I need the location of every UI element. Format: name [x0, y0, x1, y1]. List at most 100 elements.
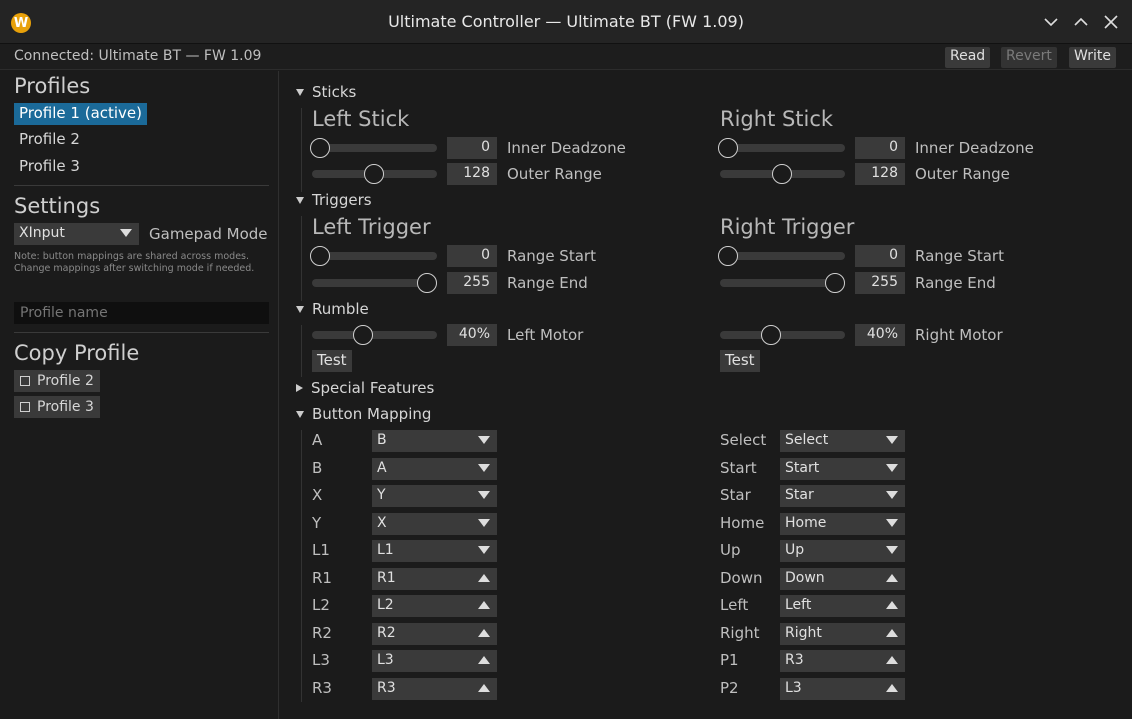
mapping-select[interactable]: Start [780, 458, 905, 480]
mapping-select-value: Y [377, 487, 386, 503]
right-stick-title: Right Stick [720, 107, 834, 131]
title-bar: W Ultimate Controller — Ultimate BT (FW … [0, 0, 1132, 44]
gamepad-mode-select[interactable]: XInput [14, 223, 139, 245]
right-trigger-start-slider[interactable] [720, 252, 845, 260]
mapping-select[interactable]: Select [780, 430, 905, 452]
close-icon[interactable] [1101, 12, 1121, 32]
mapping-select[interactable]: Down [780, 568, 905, 590]
right-trigger-end-value[interactable]: 255 [855, 272, 905, 294]
mapping-select[interactable]: B [372, 430, 497, 452]
mapping-select-value: R3 [785, 652, 804, 668]
mapping-select[interactable]: Y [372, 485, 497, 507]
profiles-heading: Profiles [14, 74, 91, 98]
left-deadzone-value[interactable]: 0 [447, 137, 497, 159]
dropdown-arrow-up-icon [478, 656, 490, 664]
triggers-section-header[interactable]: Triggers [296, 191, 372, 209]
checkbox-icon [20, 402, 30, 412]
mapping-select[interactable]: L1 [372, 540, 497, 562]
mapping-select-value: L2 [377, 597, 394, 613]
copy-to-profile-3-checkbox[interactable]: Profile 3 [14, 396, 100, 418]
copy-target-label: Profile 2 [37, 373, 94, 389]
tree-guide [301, 108, 302, 192]
left-trigger-title: Left Trigger [312, 215, 431, 239]
right-deadzone-label: Inner Deadzone [915, 139, 1034, 157]
write-button[interactable]: Write [1069, 47, 1116, 68]
right-deadzone-slider[interactable] [720, 144, 845, 152]
settings-heading: Settings [14, 194, 101, 218]
mapping-select-value: Home [785, 515, 827, 531]
left-trigger-end-value[interactable]: 255 [447, 272, 497, 294]
minimize-chevron-icon[interactable] [1041, 12, 1061, 32]
sticks-section-header[interactable]: Sticks [296, 83, 356, 101]
mapping-select[interactable]: R1 [372, 568, 497, 590]
section-label: Special Features [311, 379, 435, 397]
mapping-button-label: L3 [312, 651, 330, 669]
right-range-value[interactable]: 128 [855, 163, 905, 185]
right-motor-test-button[interactable]: Test [720, 350, 760, 372]
right-motor-slider[interactable] [720, 331, 845, 339]
mapping-button-label: Start [720, 459, 757, 477]
right-deadzone-value[interactable]: 0 [855, 137, 905, 159]
mapping-button-label: L1 [312, 541, 330, 559]
right-trigger-title: Right Trigger [720, 215, 855, 239]
copy-profile-heading: Copy Profile [14, 341, 140, 365]
read-button[interactable]: Read [945, 47, 991, 68]
mapping-select-value: L3 [785, 680, 802, 696]
left-trigger-start-slider[interactable] [312, 252, 437, 260]
right-deadzone-slider-handle[interactable] [718, 138, 738, 158]
left-deadzone-slider[interactable] [312, 144, 437, 152]
right-trigger-start-value[interactable]: 0 [855, 245, 905, 267]
mapping-select[interactable]: X [372, 513, 497, 535]
right-motor-label: Right Motor [915, 326, 1003, 344]
mapping-select[interactable]: A [372, 458, 497, 480]
right-motor-slider-handle[interactable] [761, 325, 781, 345]
dropdown-arrow-icon [886, 436, 898, 444]
mapping-select[interactable]: L2 [372, 595, 497, 617]
mapping-button-label: Right [720, 624, 760, 642]
expand-arrow-icon [296, 305, 304, 313]
left-range-slider-handle[interactable] [364, 164, 384, 184]
right-motor-value[interactable]: 40% [855, 324, 905, 346]
maximize-chevron-icon[interactable] [1071, 12, 1091, 32]
left-trigger-start-value[interactable]: 0 [447, 245, 497, 267]
left-motor-slider[interactable] [312, 331, 437, 339]
mapping-select[interactable]: L3 [372, 650, 497, 672]
right-trigger-end-slider-handle[interactable] [825, 273, 845, 293]
mapping-select[interactable]: Right [780, 623, 905, 645]
profile-item-3[interactable]: Profile 3 [14, 156, 85, 178]
left-motor-test-button[interactable]: Test [312, 350, 352, 372]
left-deadzone-slider-handle[interactable] [310, 138, 330, 158]
left-trigger-start-slider-handle[interactable] [310, 246, 330, 266]
right-trigger-start-slider-handle[interactable] [718, 246, 738, 266]
copy-to-profile-2-checkbox[interactable]: Profile 2 [14, 370, 100, 392]
mapping-select[interactable]: Up [780, 540, 905, 562]
mapping-select[interactable]: R3 [372, 678, 497, 700]
mapping-select[interactable]: R3 [780, 650, 905, 672]
mapping-select[interactable]: Home [780, 513, 905, 535]
revert-button[interactable]: Revert [1001, 47, 1057, 68]
special-features-section-header[interactable]: Special Features [296, 379, 434, 397]
mapping-select-value: R2 [377, 625, 396, 641]
mapping-select-value: Down [785, 570, 825, 586]
window-title: Ultimate Controller — Ultimate BT (FW 1.… [388, 12, 744, 31]
rumble-section-header[interactable]: Rumble [296, 300, 369, 318]
left-range-value[interactable]: 128 [447, 163, 497, 185]
profile-item-1[interactable]: Profile 1 (active) [14, 103, 148, 125]
profile-item-2[interactable]: Profile 2 [14, 129, 85, 151]
dropdown-arrow-up-icon [886, 601, 898, 609]
checkbox-icon [20, 376, 30, 386]
mapping-select[interactable]: Left [780, 595, 905, 617]
left-trigger-end-slider-handle[interactable] [417, 273, 437, 293]
button-mapping-section-header[interactable]: Button Mapping [296, 405, 431, 423]
left-motor-value[interactable]: 40% [447, 324, 497, 346]
left-stick-title: Left Stick [312, 107, 410, 131]
mapping-select[interactable]: L3 [780, 678, 905, 700]
mapping-select-value: Left [785, 597, 812, 613]
mapping-select[interactable]: R2 [372, 623, 497, 645]
left-motor-slider-handle[interactable] [353, 325, 373, 345]
right-range-slider-handle[interactable] [772, 164, 792, 184]
dropdown-arrow-up-icon [478, 601, 490, 609]
profile-name-input[interactable] [14, 302, 269, 324]
mapping-select[interactable]: Star [780, 485, 905, 507]
mapping-button-label: B [312, 459, 323, 477]
